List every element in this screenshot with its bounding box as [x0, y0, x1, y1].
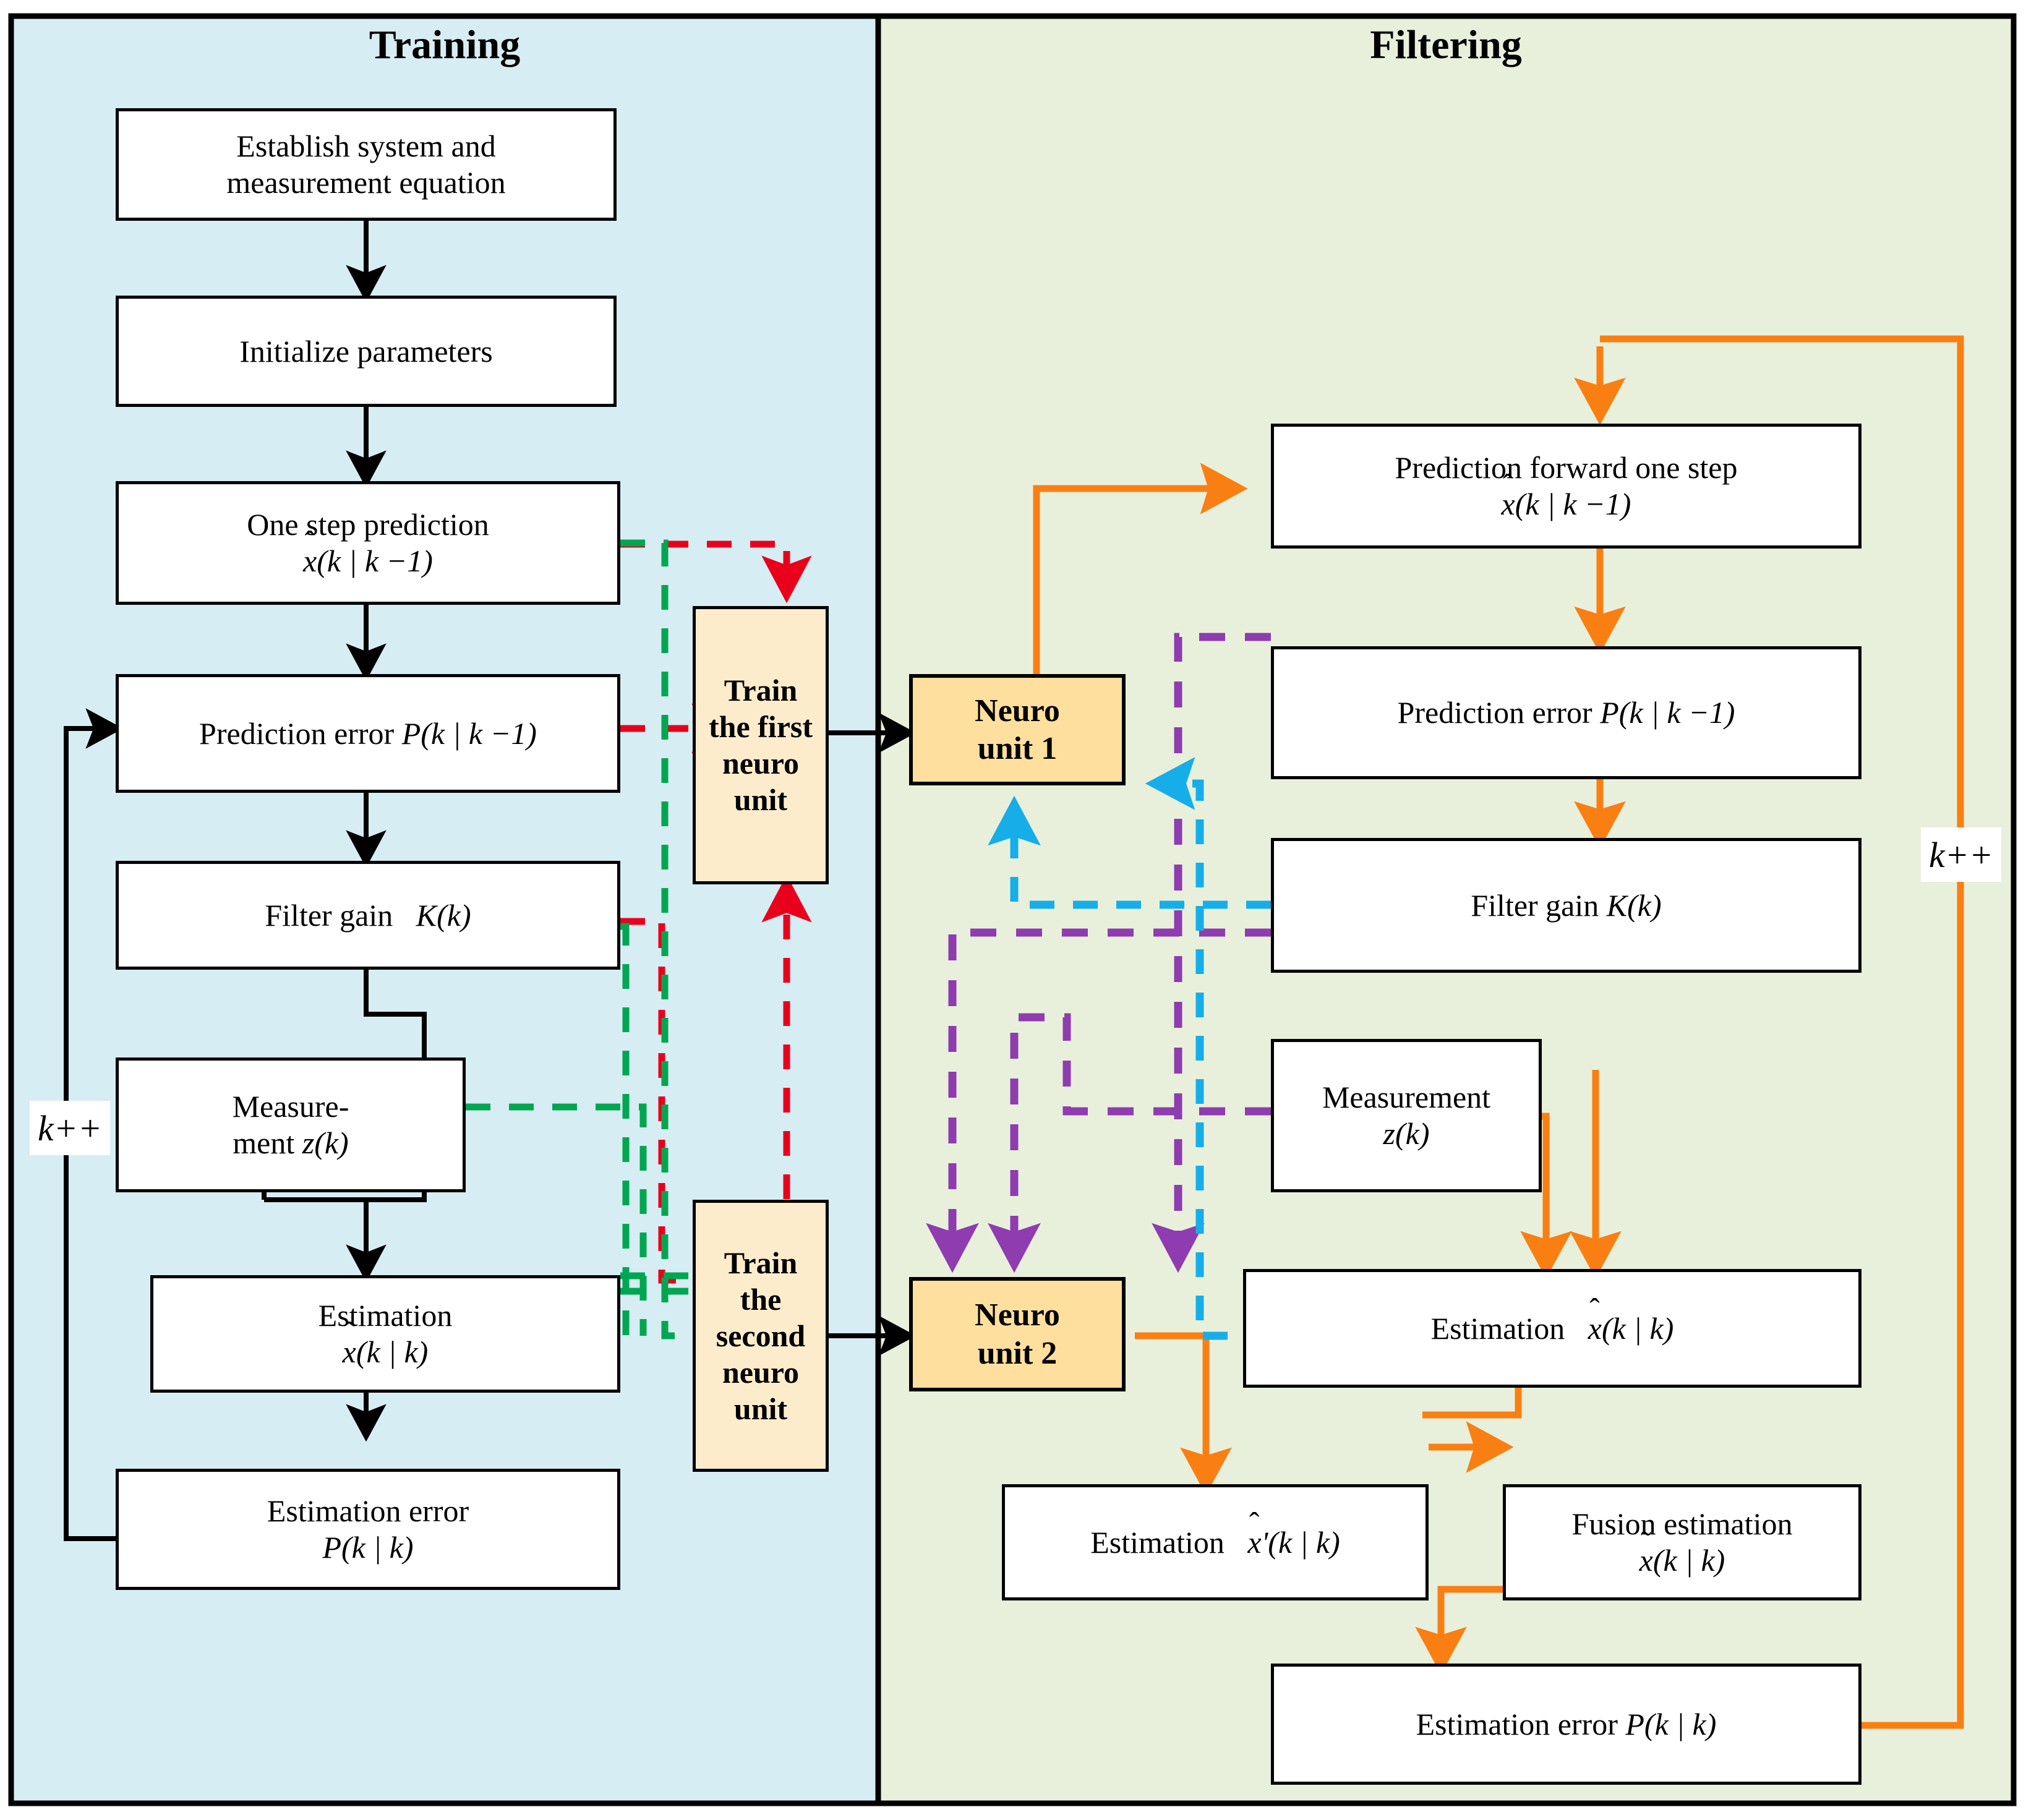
node-prediction-error[interactable]: Prediction error P(k | k −1)	[116, 674, 620, 793]
node-filter-gain-label: Filter gain	[265, 897, 393, 933]
node-estimation-filtering[interactable]: Estimation x(k | k)	[1243, 1269, 1861, 1388]
node-estimation-prime-label: Estimation	[1090, 1524, 1225, 1560]
node-one-step-line1: One step prediction	[247, 507, 489, 542]
node-estimation-error-f-label: Estimation error	[1416, 1706, 1618, 1741]
node-initialize-label: Initialize parameters	[239, 333, 493, 369]
node-train-first-label: Train the first neuro unit	[709, 673, 813, 817]
node-fusion-equation: x(k | k)	[1572, 1542, 1793, 1579]
node-measurement-line2: ment	[233, 1126, 302, 1160]
node-estimation-equation: x(k | k)	[318, 1334, 453, 1370]
loop-label-training-kpp: k++	[30, 1101, 110, 1155]
node-estimation-f-label: Estimation	[1430, 1310, 1565, 1346]
node-one-step-prediction[interactable]: One step prediction x(k | k −1)	[116, 481, 620, 605]
node-estimation-error-label: Estimation error	[267, 1493, 469, 1528]
node-train-first-neuro-unit[interactable]: Train the first neuro unit	[693, 606, 829, 884]
node-neuro2-line1: Neuro	[975, 1297, 1060, 1333]
node-estimation[interactable]: Estimation x(k | k)	[150, 1275, 620, 1393]
node-neuro1-line1: Neuro	[975, 693, 1060, 728]
node-establish-system[interactable]: Establish system and measurement equatio…	[116, 108, 617, 221]
node-estimation-error-equation: P(k | k)	[322, 1530, 414, 1565]
node-measurement-line1: Measure-	[232, 1089, 349, 1124]
node-establish-line1: Establish system and	[236, 129, 496, 163]
node-neuro-unit-2[interactable]: Neuro unit 2	[909, 1277, 1126, 1391]
node-prediction-forward-one-step[interactable]: Prediction forward one step x(k | k −1)	[1271, 424, 1861, 549]
node-measurement-filtering[interactable]: Measurement z(k)	[1271, 1039, 1542, 1192]
flowchart-canvas: Training Filtering Establish system and …	[0, 0, 2026, 1820]
node-pred-forward-equation: x(k | k −1)	[1395, 486, 1737, 523]
node-one-step-equation: x(k | k −1)	[247, 543, 489, 579]
node-estimation-label: Estimation	[318, 1298, 453, 1333]
node-filter-gain[interactable]: Filter gain K(k)	[116, 861, 620, 970]
node-neuro2-line2: unit 2	[977, 1335, 1058, 1371]
node-neuro-unit-1[interactable]: Neuro unit 1	[909, 674, 1126, 785]
node-estimation-error-filtering[interactable]: Estimation error P(k | k)	[1271, 1664, 1861, 1785]
node-initialize-parameters[interactable]: Initialize parameters	[116, 296, 617, 407]
node-neuro1-line2: unit 1	[977, 731, 1058, 766]
training-panel-title: Training	[369, 22, 521, 67]
node-estimation-error[interactable]: Estimation error P(k | k)	[116, 1469, 620, 1590]
node-estimation-prime[interactable]: Estimation x'(k | k)	[1002, 1484, 1429, 1600]
node-fusion-label: Fusion estimation	[1571, 1506, 1793, 1541]
node-prediction-error-filtering[interactable]: Prediction error P(k | k −1)	[1271, 646, 1861, 779]
node-establish-line2: measurement equation	[226, 165, 506, 200]
node-fusion-estimation[interactable]: Fusion estimation x(k | k)	[1503, 1484, 1861, 1600]
node-prediction-error-label: Prediction error	[199, 716, 395, 751]
node-train-second-neuro-unit[interactable]: Train the second neuro unit	[693, 1200, 829, 1472]
node-measurement-f-line2: z(k)	[1383, 1116, 1430, 1151]
node-measurement[interactable]: Measure- ment z(k)	[116, 1057, 466, 1192]
loop-label-filtering-kpp: k++	[1921, 827, 2001, 882]
node-filter-gain-f-label: Filter gain	[1471, 887, 1599, 923]
node-pred-forward-label: Prediction forward one step	[1395, 450, 1738, 485]
filtering-panel-title: Filtering	[1370, 22, 1522, 67]
node-measurement-f-line1: Measurement	[1322, 1080, 1491, 1114]
node-pred-error-f-label: Prediction error	[1397, 695, 1592, 730]
node-train-second-label: Train the second neuro unit	[716, 1245, 806, 1426]
node-filter-gain-filtering[interactable]: Filter gain K(k)	[1271, 838, 1861, 973]
